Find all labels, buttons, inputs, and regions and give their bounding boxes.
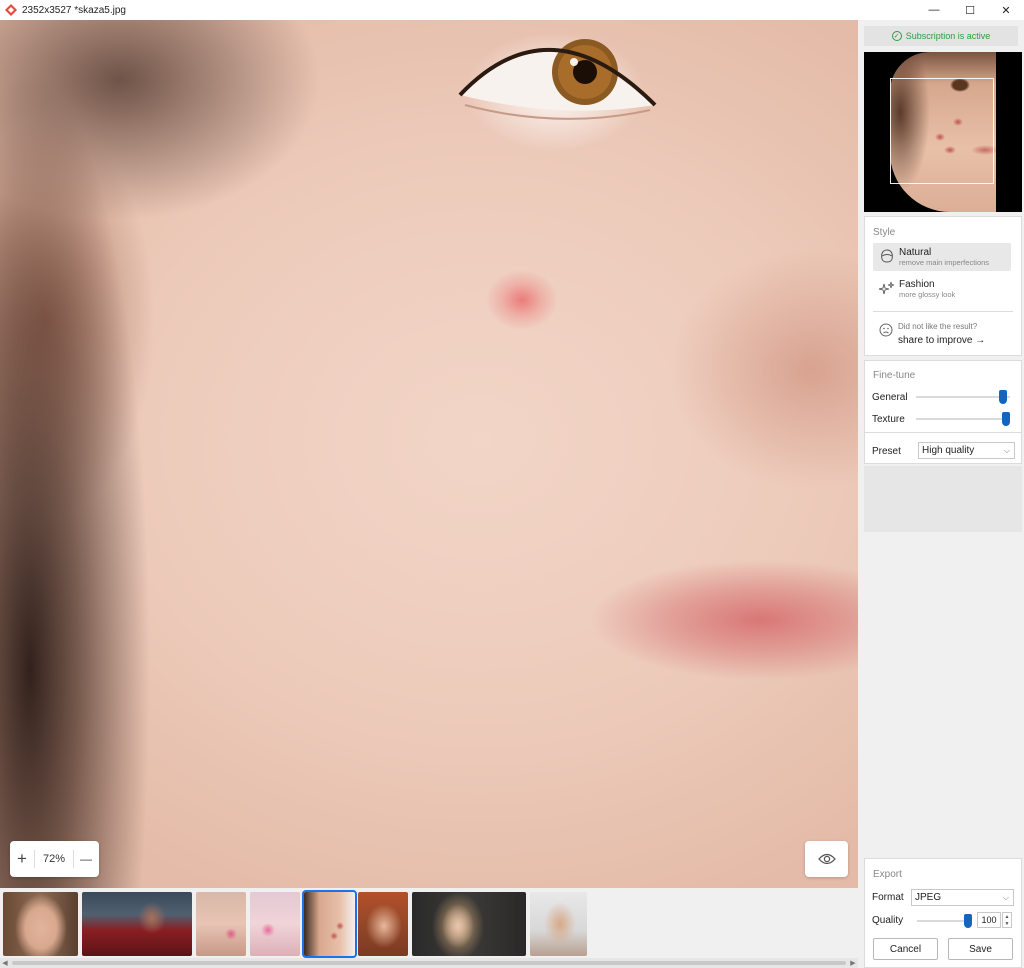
export-title: Export [873,869,902,880]
scroll-right-icon[interactable]: ▶ [848,958,858,968]
chevron-up-icon[interactable]: ▲ [1005,914,1010,920]
close-button[interactable]: ✕ [988,0,1024,20]
style-option-natural[interactable]: Natural remove main imperfections [873,243,1011,271]
format-label: Format [872,892,904,903]
quality-slider[interactable] [917,914,972,928]
scroll-left-icon[interactable]: ◀ [0,958,10,968]
title-bar: 2352x3527 *skaza5.jpg — ☐ ✕ [0,0,1024,20]
style-title: Style [873,227,896,238]
minimize-icon: — [928,4,940,16]
maximize-button[interactable]: ☐ [952,0,988,20]
natural-face-icon [877,247,897,267]
style-option-name: Natural [899,247,932,258]
general-slider-row: General [872,390,1018,404]
share-feedback-link[interactable]: share to improve → [898,335,985,346]
zoom-out-button[interactable]: — [74,841,98,877]
thumbnail-man-acne-2[interactable] [250,892,300,956]
thumbnail-blonde-girl[interactable] [412,892,526,956]
general-slider-knob[interactable] [999,390,1007,404]
preset-dropdown[interactable]: High quality ⌵ [918,442,1015,459]
thumbnail-redhead-smile[interactable] [358,892,408,956]
subscription-status: ✓ Subscription is active [864,26,1018,46]
style-section: Style Natural remove main imperfections [864,216,1022,356]
viewport-rect[interactable] [890,78,994,184]
preset-value: High quality [922,445,975,456]
thumbnail-woman-acne[interactable] [302,890,357,958]
quality-input[interactable]: 100 [977,912,1001,928]
chevron-down-icon: ⌵ [1003,446,1010,455]
quality-stepper[interactable]: ▲ ▼ [1002,912,1012,928]
style-option-fashion[interactable]: Fashion more glossy look [873,275,1011,303]
subscription-text: Subscription is active [905,31,991,41]
check-circle-icon: ✓ [891,31,902,41]
preset-label: Preset [872,446,901,457]
texture-slider-row: Texture [872,412,1018,426]
texture-label: Texture [872,413,905,425]
save-button[interactable]: Save [948,938,1013,960]
image-canvas[interactable]: + 72% — [0,20,858,888]
scrollbar-thumb[interactable] [12,961,846,965]
fine-tune-title: Fine-tune [873,370,916,381]
divider [865,432,1021,433]
style-option-name: Fashion [899,279,935,290]
eye-icon [817,853,836,865]
panel-spacer [864,466,1022,532]
format-value: JPEG [915,892,942,903]
feedback-question: Did not like the result? [898,322,978,331]
maximize-icon: ☐ [965,4,975,17]
sparkle-icon [877,279,897,299]
style-option-desc: more glossy look [899,290,956,299]
app-logo-icon [5,4,17,16]
zoom-control: + 72% — [10,841,99,877]
general-label: General [872,391,908,403]
texture-slider-knob[interactable] [1002,412,1010,426]
chevron-down-icon[interactable]: ▼ [1005,921,1010,927]
horizontal-scrollbar[interactable]: ◀ ▶ [0,958,858,968]
compare-button[interactable] [805,841,848,877]
window-title: 2352x3527 *skaza5.jpg [22,4,126,16]
style-option-desc: remove main imperfections [899,258,990,267]
divider [873,311,1013,312]
chevron-down-icon: ⌵ [1002,893,1009,902]
eye-image-region [458,39,657,120]
navigator-preview[interactable] [864,52,1022,212]
close-icon: ✕ [1001,4,1011,17]
right-panel: ✓ Subscription is active Style Natural r… [858,20,1024,968]
thumbnail-portrait-freckles[interactable] [3,892,78,956]
filmstrip: ◀ ▶ [0,888,858,968]
export-section: Export Format JPEG ⌵ Quality 100 ▲ ▼ Can… [864,858,1022,968]
quality-slider-knob[interactable] [964,914,972,928]
fine-tune-section: Fine-tune General Texture Preset High qu… [864,360,1022,464]
quality-label: Quality [872,915,904,926]
format-dropdown[interactable]: JPEG ⌵ [911,889,1014,906]
cancel-button[interactable]: Cancel [873,938,938,960]
thumbnail-freddy-costume[interactable] [82,892,192,956]
zoom-in-button[interactable]: + [10,841,34,877]
zoom-level: 72% [42,853,66,865]
thumbnail-man-acne-1[interactable] [196,892,246,956]
thumbnail-man-dark-bg[interactable] [530,892,587,956]
sad-face-icon [879,323,893,337]
texture-slider[interactable] [916,412,1010,426]
minimize-button[interactable]: — [916,0,952,20]
general-slider[interactable] [916,390,1010,404]
